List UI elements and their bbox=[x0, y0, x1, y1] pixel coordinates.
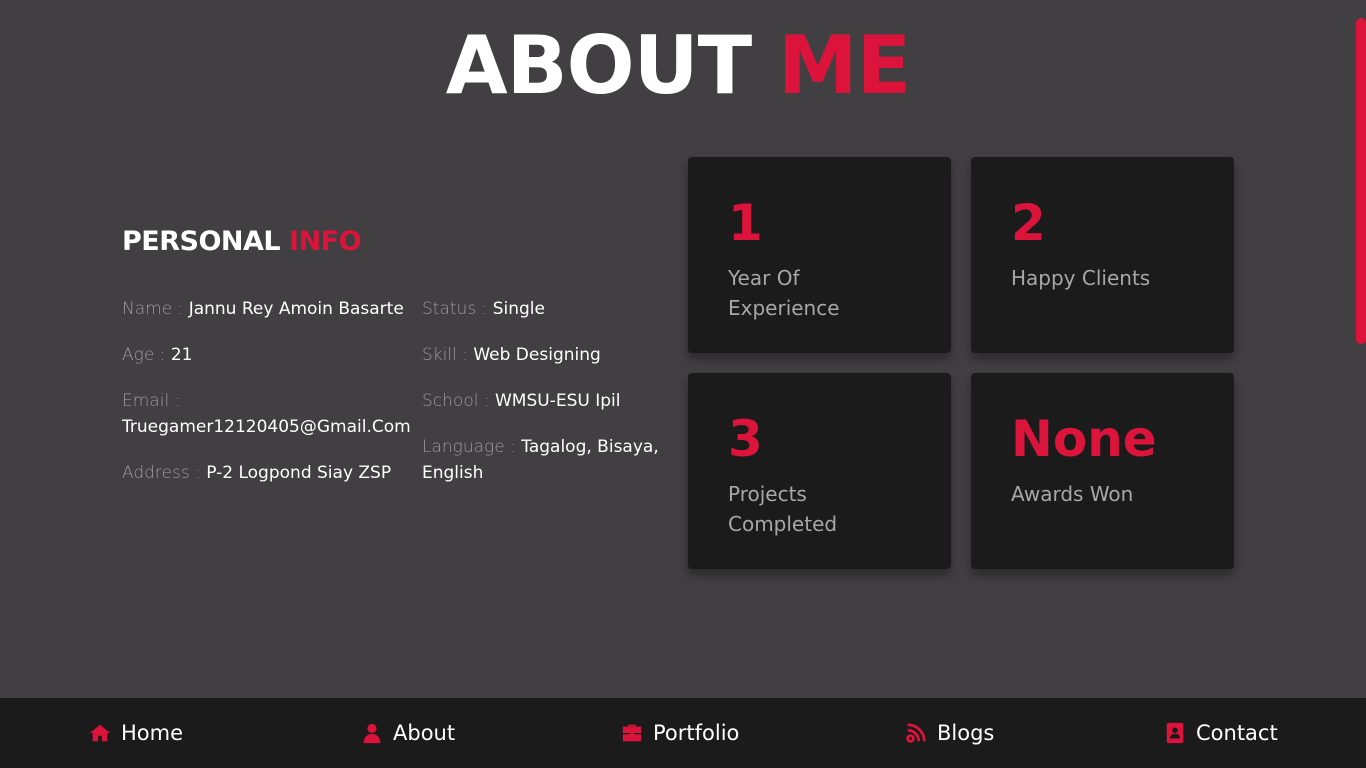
briefcase-icon bbox=[621, 722, 643, 744]
nav-label: About bbox=[393, 721, 456, 745]
info-value: Jannu Rey Amoin Basarte bbox=[188, 299, 404, 319]
nav-label: Home bbox=[121, 721, 184, 745]
stat-card-projects: 3 Projects Completed bbox=[688, 373, 951, 569]
info-value: Web Designing bbox=[473, 345, 601, 365]
home-icon bbox=[89, 722, 111, 744]
info-value: P-2 Logpond Siay ZSP bbox=[206, 463, 392, 483]
stat-card-clients: 2 Happy Clients bbox=[971, 157, 1234, 353]
info-key: Email : bbox=[122, 391, 181, 411]
personal-info-heading: PERSONAL INFO bbox=[122, 226, 362, 257]
scrollbar-thumb[interactable] bbox=[1356, 18, 1366, 344]
stat-label: Projects Completed bbox=[728, 482, 838, 536]
blog-icon bbox=[905, 722, 927, 744]
info-row-language: Language : Tagalog, Bisaya, English bbox=[422, 434, 672, 486]
page-scrollbar[interactable] bbox=[1356, 0, 1366, 698]
info-row-email: Email : Truegamer12120405@Gmail.Com bbox=[122, 388, 412, 440]
info-key: Name : bbox=[122, 299, 184, 319]
personal-info-right-column: Status : Single Skill : Web Designing Sc… bbox=[422, 296, 672, 506]
nav-item-contact[interactable]: Contact bbox=[1164, 698, 1278, 768]
info-row-age: Age : 21 bbox=[122, 342, 412, 368]
info-value: WMSU-ESU Ipil bbox=[494, 391, 621, 411]
stat-label: Year Of Experience bbox=[728, 266, 840, 320]
nav-label: Contact bbox=[1196, 721, 1278, 745]
user-icon bbox=[361, 722, 383, 744]
info-row-name: Name : Jannu Rey Amoin Basarte bbox=[122, 296, 412, 322]
stat-label: Awards Won bbox=[1011, 482, 1134, 506]
info-key: Address : bbox=[122, 463, 201, 483]
stat-number: None bbox=[1011, 410, 1157, 468]
info-row-status: Status : Single bbox=[422, 296, 672, 322]
nav-item-blogs[interactable]: Blogs bbox=[905, 698, 994, 768]
nav-label: Portfolio bbox=[653, 721, 740, 745]
stat-number: 1 bbox=[728, 194, 763, 252]
info-row-address: Address : P-2 Logpond Siay ZSP bbox=[122, 460, 412, 486]
page-title: ABOUT ME bbox=[0, 24, 1356, 108]
info-row-school: School : WMSU-ESU Ipil bbox=[422, 388, 672, 414]
info-value: Single bbox=[492, 299, 545, 319]
info-row-skill: Skill : Web Designing bbox=[422, 342, 672, 368]
stat-card-awards: None Awards Won bbox=[971, 373, 1234, 569]
nav-item-portfolio[interactable]: Portfolio bbox=[621, 698, 739, 768]
stat-number: 2 bbox=[1011, 194, 1046, 252]
stat-label: Happy Clients bbox=[1011, 266, 1151, 290]
nav-label: Blogs bbox=[937, 721, 995, 745]
page-title-part1: ABOUT bbox=[445, 19, 752, 112]
info-value: 21 bbox=[170, 345, 193, 365]
personal-info-heading-part2: INFO bbox=[289, 226, 362, 257]
page-title-part2: ME bbox=[778, 19, 911, 112]
info-key: Language : bbox=[422, 437, 516, 457]
info-key: School : bbox=[422, 391, 490, 411]
bottom-nav: Home About Portfolio Blogs Contact bbox=[0, 698, 1366, 768]
info-key: Status : bbox=[422, 299, 488, 319]
info-value: Truegamer12120405@Gmail.Com bbox=[122, 417, 411, 437]
personal-info-heading-part1: PERSONAL bbox=[122, 226, 281, 257]
stat-number: 3 bbox=[728, 410, 763, 468]
stat-card-experience: 1 Year Of Experience bbox=[688, 157, 951, 353]
nav-item-home[interactable]: Home bbox=[89, 698, 183, 768]
personal-info-left-column: Name : Jannu Rey Amoin Basarte Age : 21 … bbox=[122, 296, 412, 506]
nav-item-about[interactable]: About bbox=[361, 698, 455, 768]
address-book-icon bbox=[1164, 722, 1186, 744]
info-key: Skill : bbox=[422, 345, 468, 365]
info-key: Age : bbox=[122, 345, 166, 365]
